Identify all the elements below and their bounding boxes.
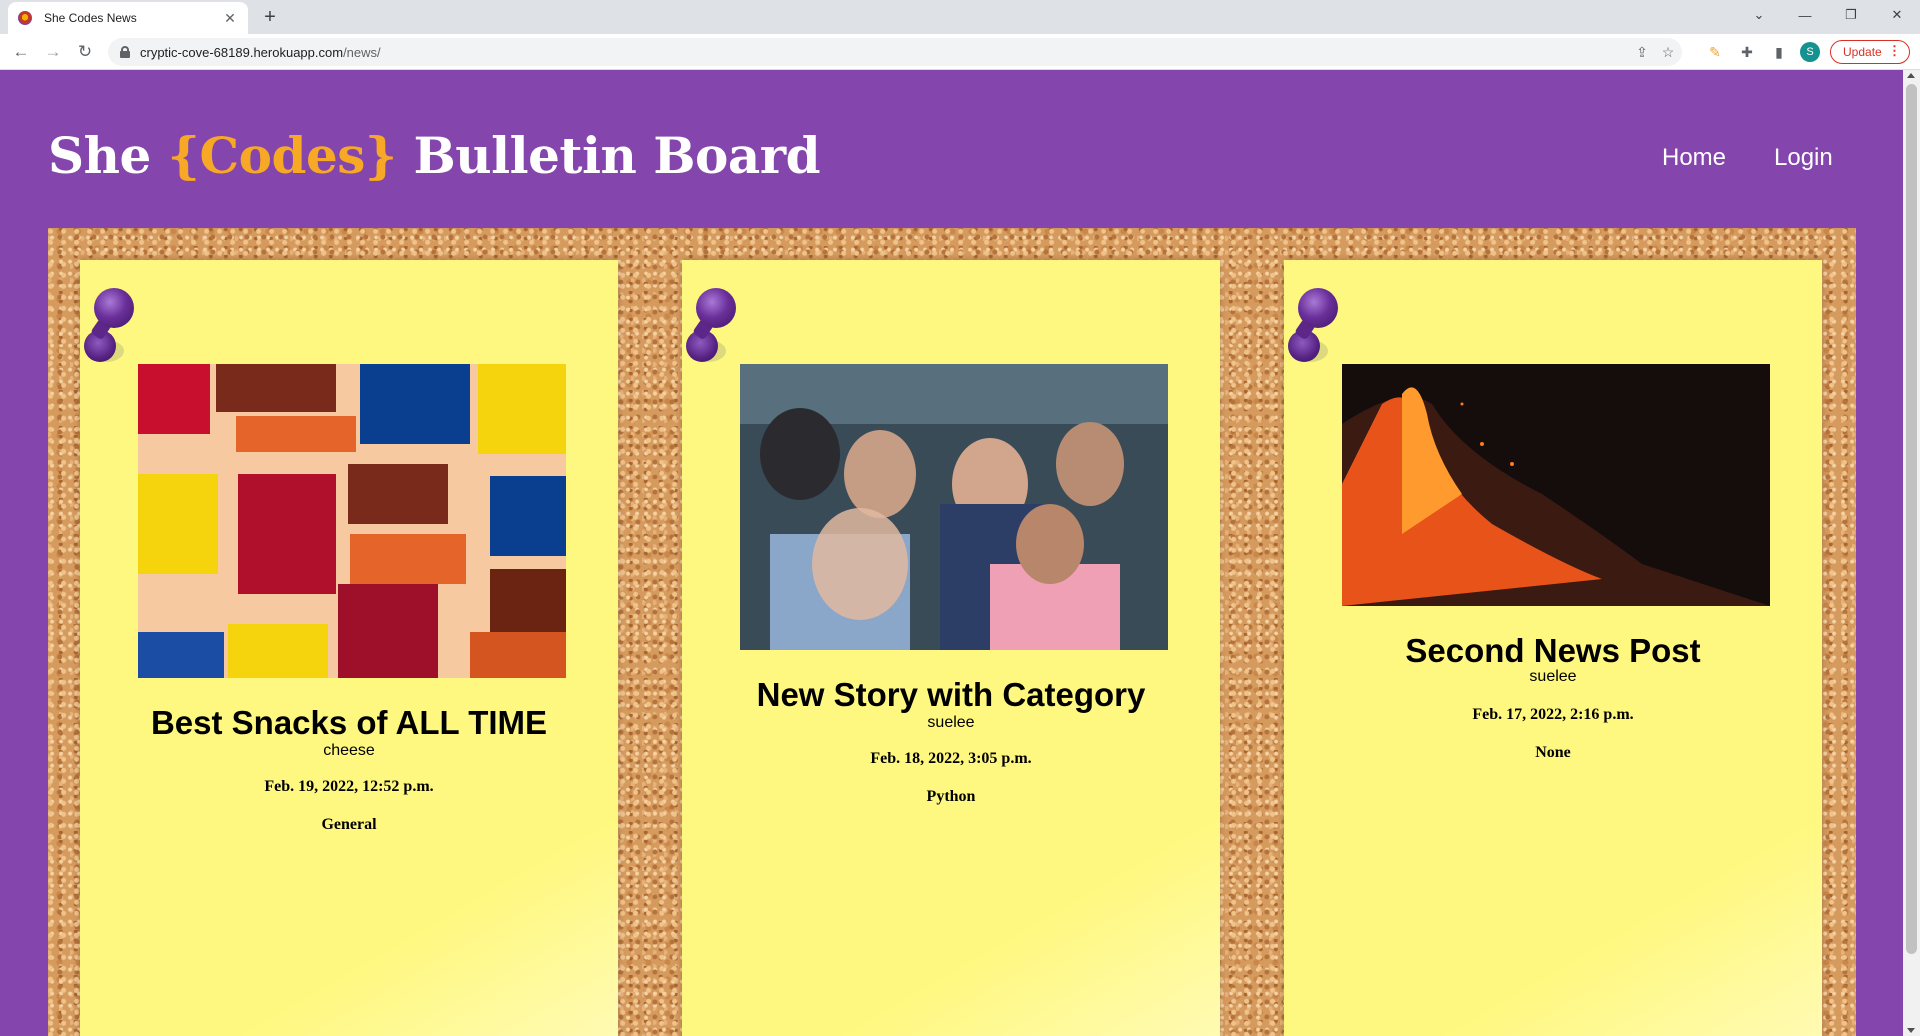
site-title-codes: {Codes} bbox=[167, 126, 397, 185]
new-tab-button[interactable]: + bbox=[258, 6, 282, 30]
url-path: /news/ bbox=[343, 44, 381, 60]
bookmark-star-icon[interactable]: ☆ bbox=[1658, 42, 1678, 62]
news-card[interactable]: New Story with Category suelee Feb. 18, … bbox=[682, 260, 1220, 1036]
scroll-down-icon[interactable] bbox=[1907, 1028, 1915, 1033]
profile-avatar[interactable]: S bbox=[1800, 42, 1820, 62]
audience-crowd-illustration bbox=[740, 364, 1168, 650]
post-category: Python bbox=[926, 788, 976, 805]
menu-kebab-icon[interactable]: ⋮ bbox=[1888, 43, 1901, 59]
lock-icon[interactable] bbox=[120, 46, 130, 58]
nav-login-link[interactable]: Login bbox=[1774, 144, 1833, 172]
window-close-icon[interactable]: ✕ bbox=[1874, 0, 1920, 30]
update-label: Update bbox=[1843, 45, 1882, 59]
snack-bags-illustration bbox=[138, 364, 566, 678]
volcano-eruption-illustration bbox=[1342, 364, 1770, 606]
tab-strip: She Codes News ✕ + ⌄ — ❐ ✕ bbox=[0, 0, 1920, 34]
post-title[interactable]: New Story with Category bbox=[682, 676, 1220, 714]
url-host: cryptic-cove-68189.herokuapp.com bbox=[140, 44, 344, 60]
site-favicon-icon bbox=[18, 11, 32, 25]
site-title: She {Codes} Bulletin Board bbox=[48, 126, 821, 185]
share-icon[interactable]: ⇪ bbox=[1632, 42, 1652, 62]
push-pin-icon bbox=[686, 288, 740, 362]
post-author: suelee bbox=[1529, 668, 1577, 685]
back-icon[interactable]: ← bbox=[8, 39, 34, 65]
post-date: Feb. 18, 2022, 3:05 p.m. bbox=[870, 750, 1032, 767]
push-pin-icon bbox=[1288, 288, 1342, 362]
tab-search-icon[interactable]: ⌄ bbox=[1736, 0, 1782, 30]
extensions-puzzle-icon[interactable]: ✚ bbox=[1738, 43, 1756, 61]
nav-home-link[interactable]: Home bbox=[1662, 144, 1726, 172]
scrollbar-thumb[interactable] bbox=[1906, 84, 1917, 954]
post-author: cheese bbox=[323, 742, 375, 759]
minimize-icon[interactable]: — bbox=[1782, 0, 1828, 30]
post-title[interactable]: Second News Post bbox=[1284, 632, 1822, 670]
update-button[interactable]: Update ⋮ bbox=[1830, 40, 1910, 64]
post-image-volcano[interactable] bbox=[1342, 364, 1770, 606]
restore-icon[interactable]: ❐ bbox=[1828, 0, 1874, 30]
post-date: Feb. 19, 2022, 12:52 p.m. bbox=[264, 778, 434, 795]
site-title-bulletin-board: Bulletin Board bbox=[396, 126, 821, 185]
side-panel-icon[interactable]: ▮ bbox=[1770, 43, 1788, 61]
browser-tab[interactable]: She Codes News ✕ bbox=[8, 2, 248, 34]
push-pin-icon bbox=[84, 288, 138, 362]
post-author: suelee bbox=[927, 714, 975, 731]
post-image-audience[interactable] bbox=[740, 364, 1168, 650]
browser-toolbar: ← → ↻ cryptic-cove-68189.herokuapp.com/n… bbox=[0, 34, 1920, 70]
news-card[interactable]: Second News Post suelee Feb. 17, 2022, 2… bbox=[1284, 260, 1822, 1036]
post-category: None bbox=[1535, 744, 1571, 761]
site-title-she: She bbox=[48, 126, 168, 185]
post-date: Feb. 17, 2022, 2:16 p.m. bbox=[1472, 706, 1634, 723]
address-bar[interactable]: cryptic-cove-68189.herokuapp.com/news/ ⇪… bbox=[108, 38, 1682, 66]
post-title[interactable]: Best Snacks of ALL TIME bbox=[80, 704, 618, 742]
tab-title: She Codes News bbox=[44, 11, 137, 25]
vertical-scrollbar[interactable] bbox=[1903, 70, 1920, 1036]
extension-pencil-icon[interactable]: ✎ bbox=[1706, 43, 1724, 61]
news-card[interactable]: Best Snacks of ALL TIME cheese Feb. 19, … bbox=[80, 260, 618, 1036]
reload-icon[interactable]: ↻ bbox=[72, 39, 98, 65]
tab-close-icon[interactable]: ✕ bbox=[222, 10, 238, 27]
forward-icon[interactable]: → bbox=[40, 39, 66, 65]
page-viewport: She {Codes} Bulletin Board Home Login Be… bbox=[0, 70, 1903, 1036]
post-category: General bbox=[321, 816, 377, 833]
scroll-up-icon[interactable] bbox=[1907, 73, 1915, 78]
post-image-snacks[interactable] bbox=[138, 364, 566, 678]
